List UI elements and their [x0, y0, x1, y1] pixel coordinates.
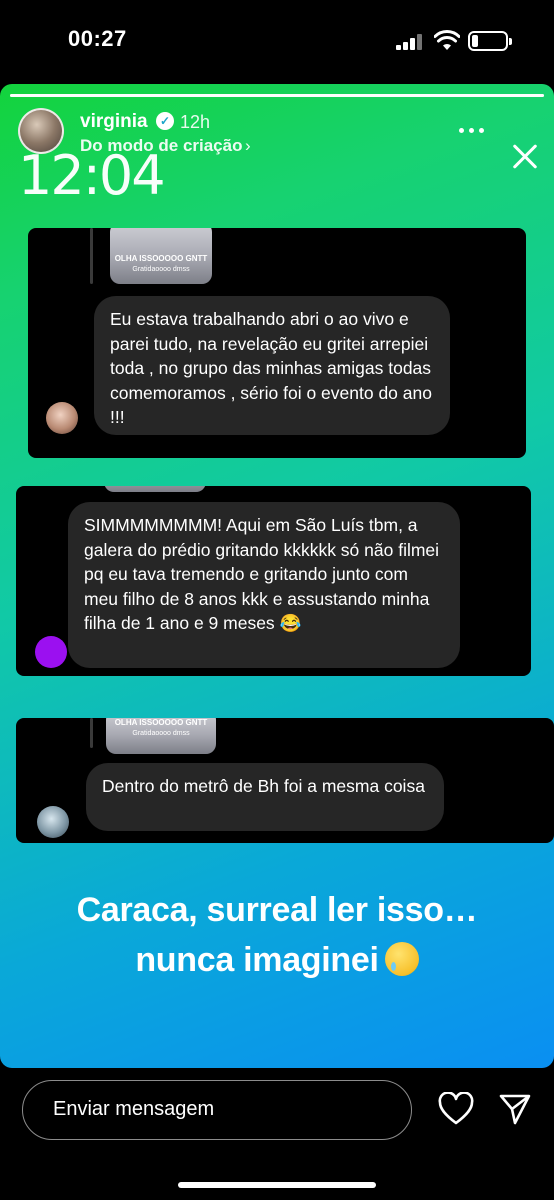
close-icon[interactable] — [506, 138, 544, 176]
story-caption-text: nunca imaginei — [135, 941, 379, 979]
message-screenshot-card: OLHA ISSOOOOO GNTT Gratidaoooo dmss Dent… — [16, 718, 554, 843]
story-caption-line-1: Caraca, surreal ler isso… — [76, 891, 478, 929]
message-placeholder: Enviar mensagem — [53, 1098, 215, 1120]
chevron-right-icon: › — [245, 136, 251, 155]
reply-line — [90, 228, 93, 284]
more-options-button[interactable] — [454, 120, 488, 140]
replied-story-thumbnail — [104, 486, 206, 492]
story-progress-bar — [10, 94, 544, 97]
sender-avatar — [37, 806, 69, 838]
story-progress-fill — [10, 94, 544, 97]
verified-badge-icon: ✓ — [156, 112, 174, 130]
reply-line — [90, 718, 93, 748]
story-caption-line-2: nunca imaginei — [0, 934, 554, 986]
thumbnail-subcaption: Gratidaoooo dmss — [132, 266, 190, 273]
reply-bar: Enviar mensagem — [0, 1068, 554, 1200]
message-bubble: Dentro do metrô de Bh foi a mesma coisa — [86, 763, 444, 831]
message-bubble: Eu estava trabalhando abri o ao vivo e p… — [94, 296, 450, 435]
replied-story-thumbnail: OLHA ISSOOOOO GNTT Gratidaoooo dmss — [110, 228, 212, 284]
send-icon[interactable] — [498, 1092, 532, 1126]
sender-avatar — [46, 402, 78, 434]
home-indicator — [178, 1182, 376, 1188]
crying-face-icon — [384, 942, 419, 976]
send-message-input[interactable]: Enviar mensagem — [22, 1080, 412, 1140]
message-bubble: SIMMMMMMMM! Aqui em São Luís tbm, a gale… — [68, 502, 460, 668]
cellular-signal-icon — [396, 34, 426, 50]
wifi-icon — [434, 30, 460, 50]
status-time: 00:27 — [68, 26, 127, 51]
message-screenshot-card: OLHA ISSOOOOO GNTT Gratidaoooo dmss Eu e… — [28, 228, 526, 458]
thumbnail-caption: OLHA ISSOOOOO GNTT — [114, 254, 208, 263]
story-viewer[interactable]: virginia ✓ 12h Do modo de criação › 12:0… — [0, 84, 554, 1068]
thumbnail-caption: OLHA ISSOOOOO GNTT — [114, 718, 208, 727]
replied-story-thumbnail: OLHA ISSOOOOO GNTT Gratidaoooo dmss — [106, 718, 216, 754]
sender-avatar — [35, 636, 67, 668]
thumbnail-subcaption: Gratidaoooo dmss — [132, 730, 190, 737]
battery-icon — [468, 31, 512, 51]
overlay-clock-text: 12:04 — [18, 144, 166, 207]
message-screenshot-card: SIMMMMMMMM! Aqui em São Luís tbm, a gale… — [16, 486, 531, 676]
status-bar: 00:27 — [0, 0, 554, 84]
story-time-ago: 12h — [180, 112, 211, 132]
username[interactable]: virginia — [80, 111, 148, 133]
heart-icon[interactable] — [438, 1092, 474, 1126]
